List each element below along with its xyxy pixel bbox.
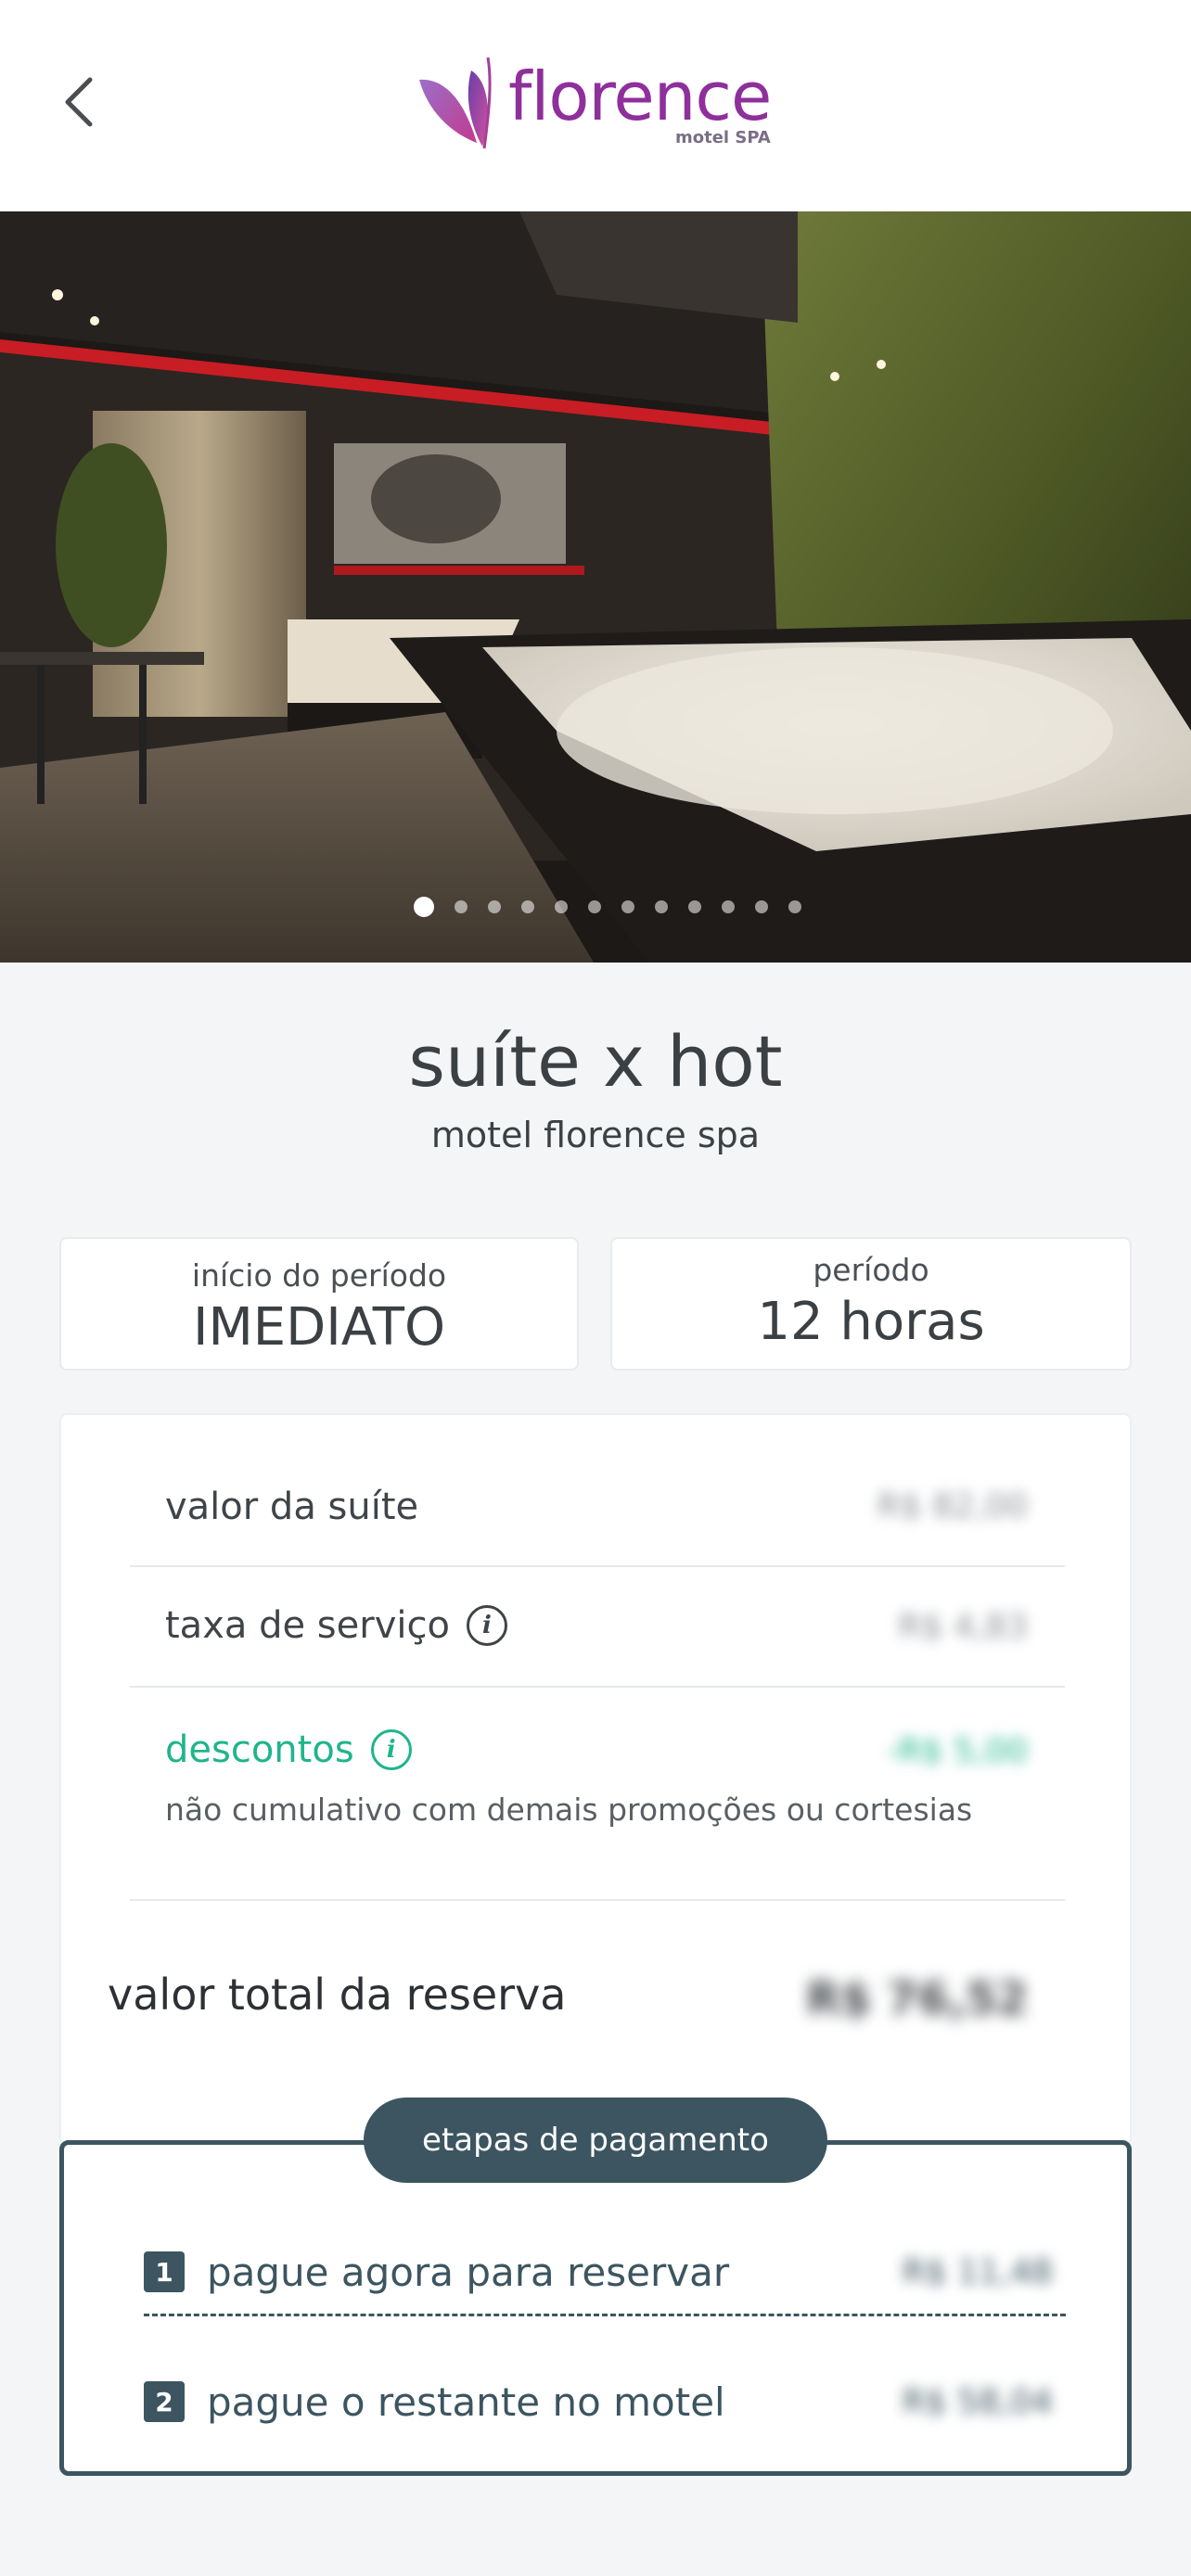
app-header: florence motel SPA — [0, 0, 1191, 211]
price-summary-panel: valor da suíte R$ 82,00 taxa de serviço … — [59, 1413, 1132, 2146]
carousel-dot[interactable] — [722, 900, 735, 913]
step-2-value: R$ 58,04 — [902, 2382, 1053, 2421]
discount-note: não cumulativo com demais promoções ou c… — [165, 1792, 973, 1828]
payment-step-2: 2 pague o restante no motel R$ 58,04 — [144, 2369, 1053, 2434]
back-button[interactable] — [48, 72, 108, 132]
payment-steps-box: 1 pague agora para reservar R$ 11,48 2 p… — [59, 2140, 1132, 2476]
discount-info-icon[interactable]: i — [370, 1729, 412, 1770]
logo-subtitle: motel SPA — [675, 128, 771, 147]
carousel-pagination — [0, 896, 1191, 918]
total-value: R$ 76,52 — [806, 1973, 1028, 2025]
service-fee-value: R$ 4,83 — [898, 1608, 1028, 1646]
payment-step-1: 1 pague agora para reservar R$ 11,48 — [144, 2239, 1053, 2304]
logo-wordmark: florence — [508, 57, 772, 135]
suite-photo-carousel[interactable] — [0, 211, 1191, 963]
step-1-label: pague agora para reservar — [207, 2249, 730, 2295]
suite-price-row: valor da suíte R$ 82,00 — [130, 1415, 1065, 1567]
step-2-label: pague o restante no motel — [207, 2378, 725, 2425]
period-start-value: IMEDIATO — [192, 1297, 446, 1358]
carousel-dot[interactable] — [488, 900, 501, 913]
period-duration-card[interactable]: período 12 horas — [610, 1237, 1132, 1371]
carousel-dot[interactable] — [588, 900, 601, 913]
carousel-dot[interactable] — [688, 900, 701, 913]
carousel-dot[interactable] — [655, 900, 668, 913]
discount-row: descontos i -R$ 5,00 não cumulativo com … — [130, 1688, 1065, 1901]
service-fee-label: taxa de serviço — [165, 1604, 450, 1647]
step-2-badge: 2 — [144, 2381, 185, 2422]
total-label: valor total da reserva — [108, 1970, 567, 2020]
carousel-dot[interactable] — [521, 900, 534, 913]
chevron-left-icon — [65, 77, 93, 127]
period-start-card[interactable]: início do período IMEDIATO — [59, 1237, 579, 1371]
suite-title: suíte x hot — [408, 1020, 783, 1103]
step-1-badge: 1 — [144, 2251, 185, 2292]
carousel-dot[interactable] — [414, 897, 434, 917]
suite-price-value: R$ 82,00 — [877, 1487, 1028, 1525]
period-duration-label: período — [813, 1252, 929, 1288]
payment-steps-title: etapas de pagamento — [364, 2098, 827, 2183]
step-1-value: R$ 11,48 — [902, 2252, 1053, 2291]
carousel-dot[interactable] — [621, 900, 634, 913]
carousel-dot[interactable] — [755, 900, 768, 913]
carousel-dot[interactable] — [555, 900, 568, 913]
suite-photo — [0, 211, 1191, 963]
info-icon[interactable]: i — [466, 1605, 507, 1646]
service-fee-row: taxa de serviço i R$ 4,83 — [130, 1567, 1065, 1688]
period-start-label: início do período — [191, 1257, 447, 1294]
step-divider — [144, 2314, 1066, 2316]
suite-price-label: valor da suíte — [165, 1486, 419, 1528]
florence-logo: florence motel SPA — [416, 52, 777, 156]
period-duration-value: 12 horas — [757, 1292, 985, 1352]
carousel-dot[interactable] — [455, 900, 467, 913]
butterfly-icon — [419, 57, 492, 149]
carousel-dot[interactable] — [788, 900, 801, 913]
discount-label: descontos — [165, 1728, 354, 1771]
motel-name: motel florence spa — [430, 1115, 761, 1155]
discount-value: -R$ 5,00 — [886, 1732, 1028, 1770]
